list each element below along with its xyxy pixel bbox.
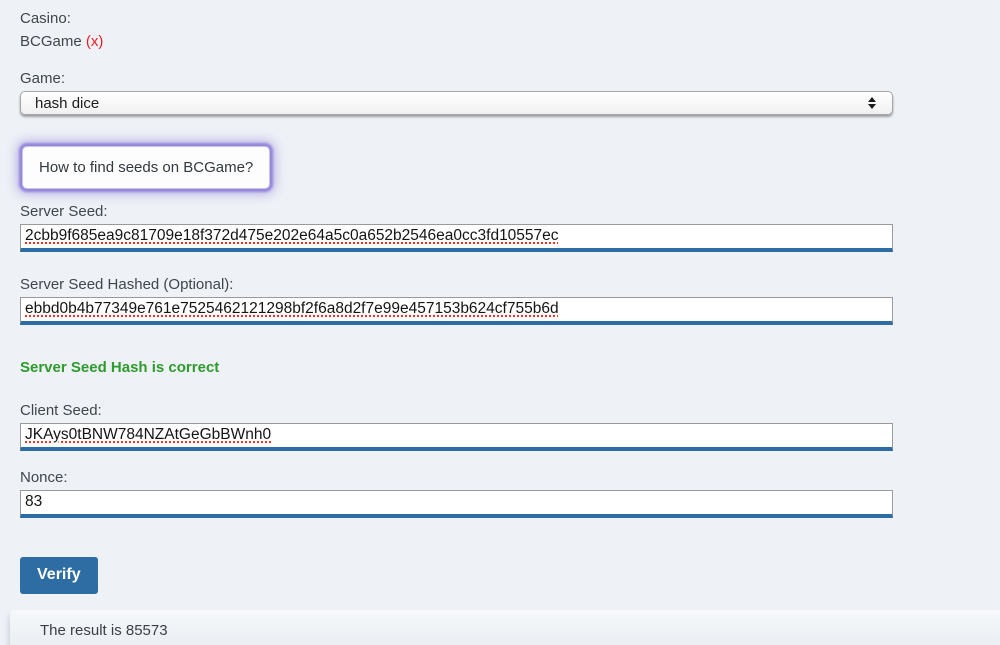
hash-correct-status: Server Seed Hash is correct — [20, 358, 1000, 377]
game-select-value: hash dice — [35, 95, 868, 112]
client-seed-group: Client Seed: — [20, 401, 1000, 451]
server-seed-hashed-label: Server Seed Hashed (Optional): — [20, 275, 1000, 294]
game-select[interactable]: hash dice — [20, 91, 893, 115]
server-seed-hashed-input[interactable] — [20, 297, 893, 325]
client-seed-input[interactable] — [20, 423, 893, 451]
server-seed-input[interactable] — [20, 224, 893, 252]
server-seed-label: Server Seed: — [20, 202, 1000, 221]
nonce-group: Nonce: — [20, 468, 1000, 518]
verifier-form: Casino: BCGame (x) Game: hash dice How t… — [0, 0, 1000, 645]
remove-casino-link[interactable]: (x) — [86, 33, 104, 50]
verify-button[interactable]: Verify — [20, 557, 98, 594]
client-seed-label: Client Seed: — [20, 401, 1000, 420]
result-box: The result is 85573 — [10, 610, 1000, 645]
casino-label: Casino: — [20, 9, 1000, 28]
result-text: The result is 85573 — [40, 622, 168, 639]
nonce-input[interactable] — [20, 490, 893, 518]
server-seed-hashed-group: Server Seed Hashed (Optional): — [20, 275, 1000, 325]
nonce-label: Nonce: — [20, 468, 1000, 487]
how-to-find-seeds-button[interactable]: How to find seeds on BCGame? — [22, 146, 270, 189]
chevron-up-down-icon — [868, 97, 876, 109]
game-label: Game: — [20, 69, 1000, 88]
server-seed-group: Server Seed: — [20, 202, 1000, 252]
casino-name: BCGame — [20, 33, 82, 50]
casino-row: BCGame (x) — [20, 32, 1000, 51]
